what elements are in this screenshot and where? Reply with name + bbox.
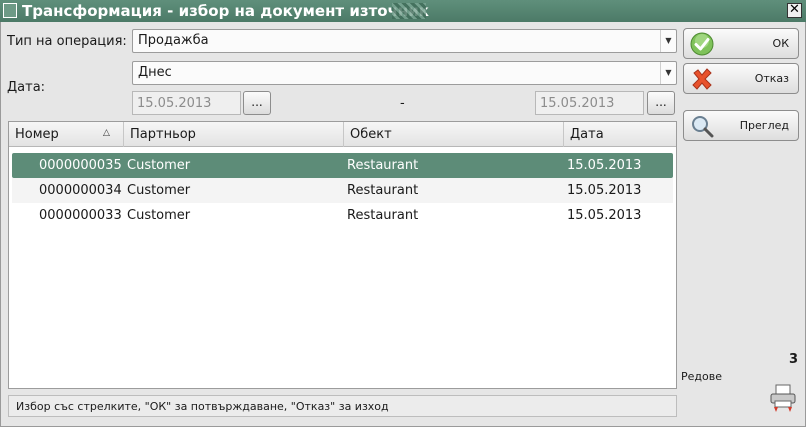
- cell-number: 0000000034: [39, 183, 122, 198]
- cell-partner: Customer: [127, 158, 191, 173]
- magnifier-icon: [692, 116, 714, 138]
- printer-icon[interactable]: [768, 383, 798, 415]
- ok-button[interactable]: ОК: [683, 28, 799, 59]
- chevron-down-icon[interactable]: ▼: [660, 30, 676, 52]
- cell-date: 15.05.2013: [567, 208, 642, 223]
- column-header-object[interactable]: Обект: [344, 122, 564, 147]
- title-decoration: [392, 3, 426, 19]
- status-hint: Избор със стрелките, "ОК" за потвърждава…: [8, 395, 677, 417]
- cell-object: Restaurant: [347, 208, 419, 223]
- check-icon: [690, 32, 714, 56]
- cell-partner: Customer: [127, 208, 191, 223]
- cell-object: Restaurant: [347, 183, 419, 198]
- date-to-input[interactable]: 15.05.2013: [535, 91, 644, 115]
- date-from-picker-button[interactable]: ...: [243, 91, 271, 115]
- column-header-number[interactable]: Номер △: [9, 122, 124, 147]
- cell-partner: Customer: [127, 183, 191, 198]
- close-button[interactable]: ✕: [787, 3, 802, 18]
- date-period-value: Днес: [138, 65, 172, 80]
- x-icon: [692, 68, 712, 90]
- date-label: Дата:: [7, 80, 46, 95]
- operation-type-select[interactable]: Продажба ▼: [132, 29, 677, 53]
- cell-object: Restaurant: [347, 158, 419, 173]
- column-header-date[interactable]: Дата: [564, 122, 676, 147]
- table-row[interactable]: 0000000033 Customer Restaurant 15.05.201…: [12, 203, 673, 228]
- documents-table: Номер △ Партньор Обект Дата 0000000035 C…: [8, 121, 677, 389]
- date-from-input[interactable]: 15.05.2013: [132, 91, 241, 115]
- table-header: Номер △ Партньор Обект Дата: [9, 122, 676, 147]
- operation-type-label: Тип на операция:: [7, 34, 127, 49]
- table-row[interactable]: 0000000035 Customer Restaurant 15.05.201…: [12, 153, 673, 178]
- cancel-label: Отказ: [754, 72, 789, 85]
- title-bar: Трансформация - избор на документ източн…: [0, 0, 806, 22]
- cell-number: 0000000033: [39, 208, 122, 223]
- cell-date: 15.05.2013: [567, 158, 642, 173]
- column-header-partner[interactable]: Партньор: [124, 122, 344, 147]
- row-count: 3: [788, 352, 798, 367]
- rows-label: Редове: [681, 370, 722, 383]
- table-row[interactable]: 0000000034 Customer Restaurant 15.05.201…: [12, 178, 673, 203]
- preview-label: Преглед: [739, 119, 789, 132]
- ok-label: ОК: [772, 37, 789, 50]
- window-title: Трансформация - избор на документ източн…: [22, 2, 429, 20]
- window-menu-icon[interactable]: [3, 3, 17, 18]
- chevron-down-icon[interactable]: ▼: [660, 62, 676, 84]
- preview-button[interactable]: Преглед: [683, 110, 799, 141]
- cancel-button[interactable]: Отказ: [683, 63, 799, 94]
- sort-ascending-icon: △: [103, 128, 110, 138]
- cell-number: 0000000035: [39, 158, 122, 173]
- date-to-picker-button[interactable]: ...: [647, 91, 675, 115]
- date-period-select[interactable]: Днес ▼: [132, 61, 677, 85]
- operation-type-value: Продажба: [138, 33, 209, 48]
- cell-date: 15.05.2013: [567, 183, 642, 198]
- date-range-separator: -: [400, 96, 405, 111]
